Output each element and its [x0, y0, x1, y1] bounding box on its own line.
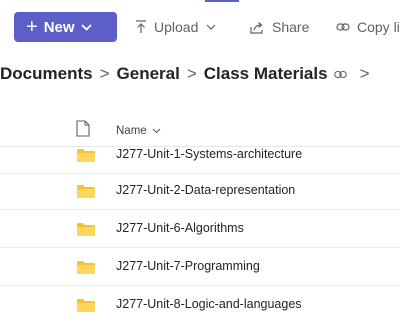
list-item[interactable]: J277-Unit-8-Logic-and-languages — [0, 287, 400, 323]
breadcrumb-item-general[interactable]: General — [117, 64, 180, 84]
upload-button[interactable]: Upload — [135, 12, 216, 42]
chevron-down-icon — [80, 23, 92, 31]
list-item[interactable]: J277-Unit-1-Systems-architecture — [0, 137, 400, 173]
file-name[interactable]: J277-Unit-7-Programming — [116, 259, 260, 273]
folder-icon — [77, 185, 95, 203]
breadcrumb-item-documents[interactable]: Documents — [0, 64, 93, 84]
link-icon[interactable] — [333, 70, 347, 79]
breadcrumb-separator: > — [99, 64, 110, 83]
chevron-down-icon — [152, 128, 161, 134]
breadcrumb: Documents > General > Class Materials > — [0, 62, 377, 86]
file-name[interactable]: J277-Unit-2-Data-representation — [116, 183, 295, 197]
share-label: Share — [272, 19, 310, 35]
list-item[interactable]: J277-Unit-7-Programming — [0, 249, 400, 285]
breadcrumb-item-class-materials[interactable]: Class Materials — [204, 64, 328, 84]
plus-icon: + — [26, 16, 38, 38]
command-bar: + New Upload Share Copy lin — [0, 10, 400, 44]
divider — [0, 209, 400, 210]
new-button[interactable]: + New — [14, 12, 117, 42]
list-item[interactable]: J277-Unit-2-Data-representation — [0, 173, 400, 209]
name-column-label: Name — [116, 125, 147, 137]
divider — [0, 285, 400, 286]
file-name[interactable]: J277-Unit-8-Logic-and-languages — [116, 297, 302, 311]
copy-link-button[interactable]: Copy lin — [336, 12, 400, 42]
breadcrumb-separator: > — [359, 64, 370, 83]
active-tab-indicator — [205, 0, 239, 2]
folder-icon — [77, 223, 95, 241]
new-button-label: New — [43, 18, 75, 36]
file-name[interactable]: J277-Unit-1-Systems-architecture — [116, 147, 302, 161]
file-name[interactable]: J277-Unit-6-Algorithms — [116, 221, 244, 235]
upload-label: Upload — [154, 19, 199, 35]
name-column-header[interactable]: Name — [116, 125, 161, 137]
link-icon — [336, 22, 350, 32]
divider — [0, 247, 400, 248]
breadcrumb-separator: > — [186, 64, 197, 83]
list-item[interactable]: J277-Unit-6-Algorithms — [0, 211, 400, 247]
share-icon — [250, 21, 265, 34]
folder-icon — [77, 261, 95, 279]
share-button[interactable]: Share — [250, 12, 309, 42]
chevron-down-icon — [206, 24, 216, 30]
upload-icon — [135, 20, 147, 34]
copy-link-label: Copy lin — [357, 19, 400, 35]
folder-icon — [77, 149, 95, 167]
folder-icon — [77, 299, 95, 317]
